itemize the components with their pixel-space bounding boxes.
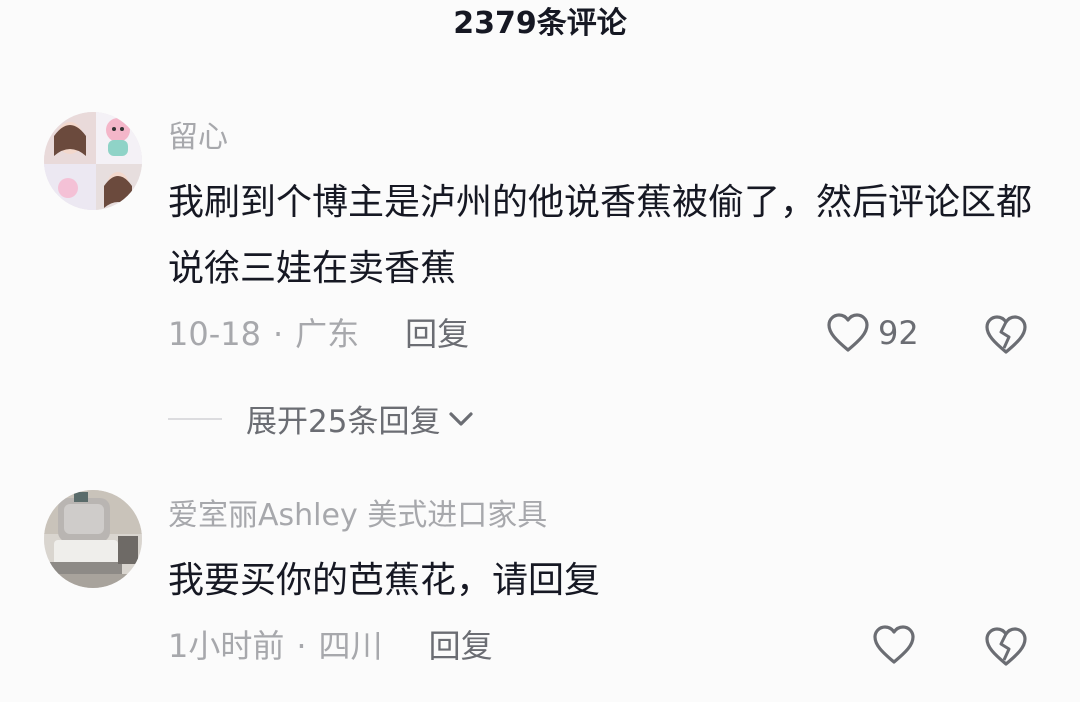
chevron-down-icon [449,411,474,426]
reply-button[interactable]: 回复 [405,314,469,354]
like-button[interactable] [872,624,916,666]
comment-text: 我要买你的芭蕉花，请回复 [168,560,601,601]
reply-button[interactable]: 回复 [429,626,493,666]
avatar-collage-image [44,112,142,210]
comment-location: 广东 [295,315,360,353]
comment-meta: 10-18 · 广东 回复 [168,314,469,354]
comment-meta: 1小时前 · 四川 回复 [168,626,493,666]
avatar[interactable] [44,490,142,588]
meta-separator: · [272,315,284,353]
comments-count-title: 2379条评论 [453,6,627,41]
broken-heart-icon [985,315,1027,354]
comment-date: 10-18 [168,315,261,353]
meta-separator: · [296,627,307,665]
comment-date: 1小时前 [168,627,285,665]
avatar[interactable] [44,112,142,210]
heart-outline-icon [873,625,915,664]
comment-location: 四川 [318,627,383,665]
broken-heart-icon [985,627,1027,666]
dislike-button[interactable] [984,314,1028,360]
like-count: 92 [878,314,919,352]
expand-replies-label: 展开25条回复 [246,404,441,440]
comment-username[interactable]: 留心 [168,118,228,158]
dislike-button[interactable] [984,626,1028,672]
comment-username[interactable]: 爱室丽Ashley 美式进口家具 [168,496,547,536]
comment-text: 我刷到个博主是泸州的他说香蕉被偷了，然后评论区都说徐三娃在卖香蕉 [168,182,1033,289]
heart-outline-icon [827,313,869,352]
like-button[interactable]: 92 [826,312,919,354]
divider-line [168,417,222,420]
expand-replies-button[interactable]: 展开25条回复 [168,396,476,441]
avatar-furniture-image [44,490,142,588]
